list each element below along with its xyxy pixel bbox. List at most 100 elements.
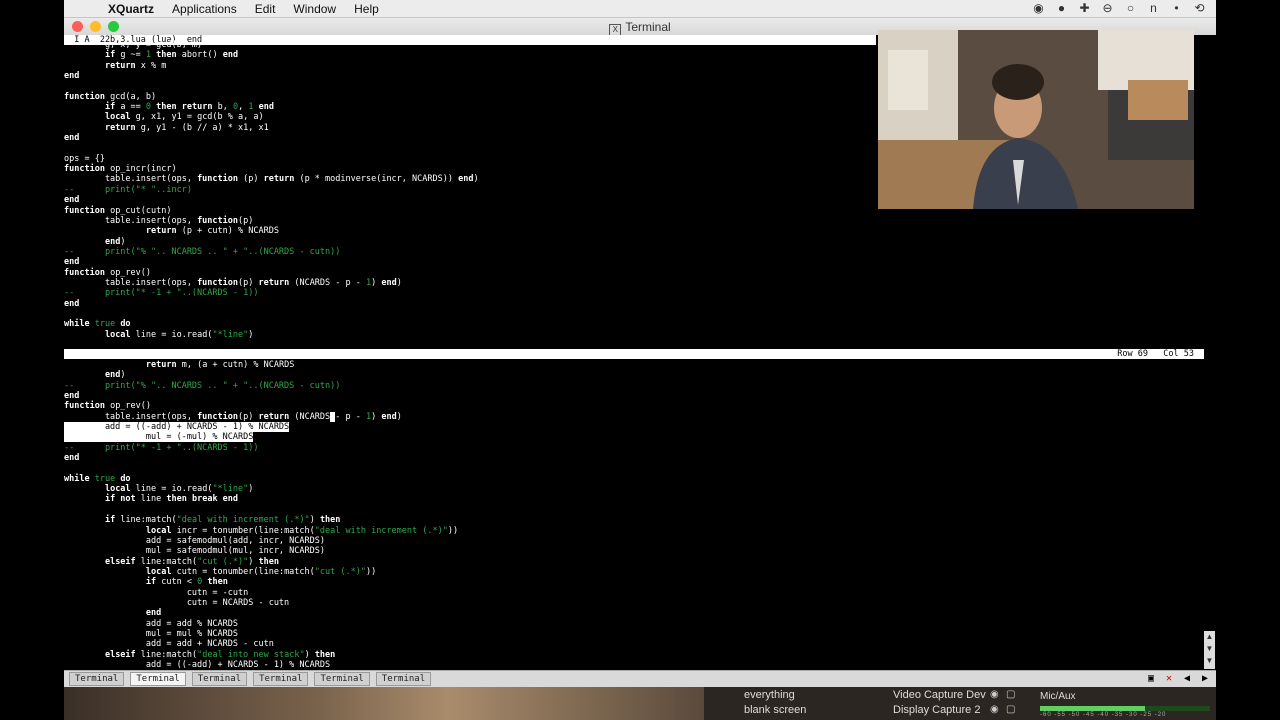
code-line[interactable]: end xyxy=(64,257,1204,267)
code-line[interactable]: local line = io.read("*line") xyxy=(64,330,1204,340)
code-line[interactable]: end xyxy=(64,391,1204,401)
code-line[interactable]: function op_rev() xyxy=(64,401,1204,411)
code-line[interactable]: end xyxy=(64,453,1204,463)
scene-everything[interactable]: everything xyxy=(744,689,795,701)
code-line[interactable]: if cutn < 0 then xyxy=(64,577,1204,587)
new-window-icon[interactable]: ▣ xyxy=(1144,673,1158,685)
tab-terminal-6[interactable]: Terminal xyxy=(375,672,432,686)
code-line[interactable] xyxy=(64,505,1204,515)
code-line[interactable]: mul = (-mul) % NCARDS xyxy=(64,432,1204,443)
code-token: mul = (-mul) % NCARDS xyxy=(64,432,254,443)
code-line[interactable]: add = add + NCARDS - cutn xyxy=(64,639,1204,649)
code-token: while xyxy=(64,319,90,330)
do-not-disturb-icon[interactable]: ⊖ xyxy=(1101,2,1114,15)
code-line[interactable]: cutn = NCARDS - cutn xyxy=(64,598,1204,608)
obs-icon[interactable]: ◉ xyxy=(1032,2,1045,15)
code-line[interactable]: add = ((-add) + NCARDS - 1) % NCARDS xyxy=(64,422,1204,433)
code-line[interactable]: end xyxy=(64,299,1204,309)
code-line[interactable]: -- print("* -1 + "..(NCARDS - 1)) xyxy=(64,288,1204,298)
code-token: line:match( xyxy=(115,515,177,526)
editor-pane-bottom[interactable]: return m, (a + cutn) % NCARDS end) -- pri… xyxy=(64,360,1204,670)
tab-terminal-4[interactable]: Terminal xyxy=(253,672,309,686)
code-token: x % m xyxy=(135,60,167,71)
eye-icon-2[interactable]: ◉ xyxy=(990,704,999,715)
code-token: true xyxy=(89,319,121,330)
code-line[interactable]: table.insert(ops, function(p) xyxy=(64,216,1204,226)
code-token: a == xyxy=(115,102,146,113)
tab-terminal-2[interactable]: Terminal xyxy=(130,672,186,686)
code-line[interactable]: end) xyxy=(64,370,1204,380)
code-token: function xyxy=(197,411,239,422)
code-line[interactable] xyxy=(64,309,1204,319)
code-line[interactable]: cutn = -cutn xyxy=(64,588,1204,598)
close-tab-icon[interactable]: ✕ xyxy=(1162,673,1176,685)
code-line[interactable]: while true do xyxy=(64,319,1204,329)
code-line[interactable]: elseif line:match("cut (.*)") then xyxy=(64,557,1204,567)
code-token: (p) xyxy=(238,411,259,422)
code-token: ) xyxy=(304,649,315,660)
n-app-icon[interactable]: n xyxy=(1147,2,1160,15)
eye-icon[interactable]: ◉ xyxy=(990,689,999,700)
code-token: line xyxy=(135,494,167,505)
code-line[interactable]: add = safemodmul(add, incr, NCARDS) xyxy=(64,536,1204,546)
gamepad-icon[interactable]: ✚ xyxy=(1078,2,1091,15)
code-line[interactable]: add = add % NCARDS xyxy=(64,619,1204,629)
scroll-up-icon[interactable]: ▲ xyxy=(1204,631,1215,643)
lock-icon-2[interactable]: ▢ xyxy=(1006,704,1015,715)
code-line[interactable]: table.insert(ops, function(p) return (NC… xyxy=(64,278,1204,288)
code-line[interactable]: local cutn = tonumber(line:match("cut (.… xyxy=(64,567,1204,577)
source-video-capture[interactable]: Video Capture Dev xyxy=(893,689,986,701)
code-line[interactable]: return (p + cutn) % NCARDS xyxy=(64,226,1204,236)
lock-icon[interactable]: ▢ xyxy=(1006,689,1015,700)
code-token: "cut (.*)" xyxy=(197,556,249,567)
circle-icon[interactable]: ○ xyxy=(1124,2,1137,15)
code-line[interactable]: -- print("% ".. NCARDS .. " + "..(NCARDS… xyxy=(64,381,1204,391)
code-line[interactable]: local line = io.read("*line") xyxy=(64,484,1204,494)
menu-edit[interactable]: Edit xyxy=(255,2,276,16)
code-line[interactable]: end) xyxy=(64,237,1204,247)
tab-terminal-3[interactable]: Terminal xyxy=(191,672,248,686)
code-token: function xyxy=(64,205,105,216)
time-machine-icon[interactable]: ⟲ xyxy=(1193,2,1206,15)
code-line[interactable]: -- print("* -1 + "..(NCARDS - 1)) xyxy=(64,443,1204,453)
source-display-capture[interactable]: Display Capture 2 xyxy=(893,704,980,716)
next-tab-icon[interactable]: ▶ xyxy=(1198,673,1212,685)
code-token: - p - xyxy=(335,411,367,422)
terminal-scroll-arrows[interactable]: ▲ ▼ ▼ xyxy=(1204,631,1215,669)
code-line[interactable]: elseif line:match("deal into new stack")… xyxy=(64,650,1204,660)
menu-help[interactable]: Help xyxy=(354,2,379,16)
menu-app-name[interactable]: XQuartz xyxy=(108,2,154,16)
code-token: if xyxy=(104,102,116,113)
code-line[interactable]: return m, (a + cutn) % NCARDS xyxy=(64,360,1204,370)
menu-applications[interactable]: Applications xyxy=(172,2,237,16)
scroll-end-icon[interactable]: ▼ xyxy=(1204,655,1215,667)
code-token: cutn = tonumber(line:match( xyxy=(171,566,315,577)
code-token: line = io.read( xyxy=(130,329,213,340)
code-line[interactable]: function op_rev() xyxy=(64,268,1204,278)
right-letterbox xyxy=(1216,0,1280,720)
prev-tab-icon[interactable]: ◀ xyxy=(1180,673,1194,685)
scroll-down-icon[interactable]: ▼ xyxy=(1204,643,1215,655)
code-line[interactable]: mul = mul % NCARDS xyxy=(64,629,1204,639)
code-line[interactable] xyxy=(64,463,1204,473)
tab-terminal-5[interactable]: Terminal xyxy=(314,672,370,686)
code-token: ) xyxy=(248,329,254,340)
bullet-icon[interactable]: • xyxy=(1170,2,1183,15)
code-line[interactable]: -- print("% ".. NCARDS .. " + "..(NCARDS… xyxy=(64,247,1204,257)
record-dot-icon[interactable]: ● xyxy=(1055,2,1068,15)
code-token: "cut (.*)" xyxy=(314,566,366,577)
tab-terminal-1[interactable]: Terminal xyxy=(69,672,125,686)
menu-window[interactable]: Window xyxy=(293,2,336,16)
code-line[interactable]: add = ((-add) + NCARDS - 1) % NCARDS xyxy=(64,660,1204,670)
code-line[interactable]: if line:match("deal with increment (.*)"… xyxy=(64,515,1204,525)
code-line[interactable]: end xyxy=(64,608,1204,618)
code-line[interactable]: local incr = tonumber(line:match("deal w… xyxy=(64,526,1204,536)
code-line[interactable]: while true do xyxy=(64,474,1204,484)
code-line[interactable]: mul = safemodmul(mul, incr, NCARDS) xyxy=(64,546,1204,556)
code-line[interactable]: table.insert(ops, function(p) return (NC… xyxy=(64,411,1204,422)
code-line[interactable]: if not line then break end xyxy=(64,494,1204,504)
scene-blank-screen[interactable]: blank screen xyxy=(744,704,806,716)
